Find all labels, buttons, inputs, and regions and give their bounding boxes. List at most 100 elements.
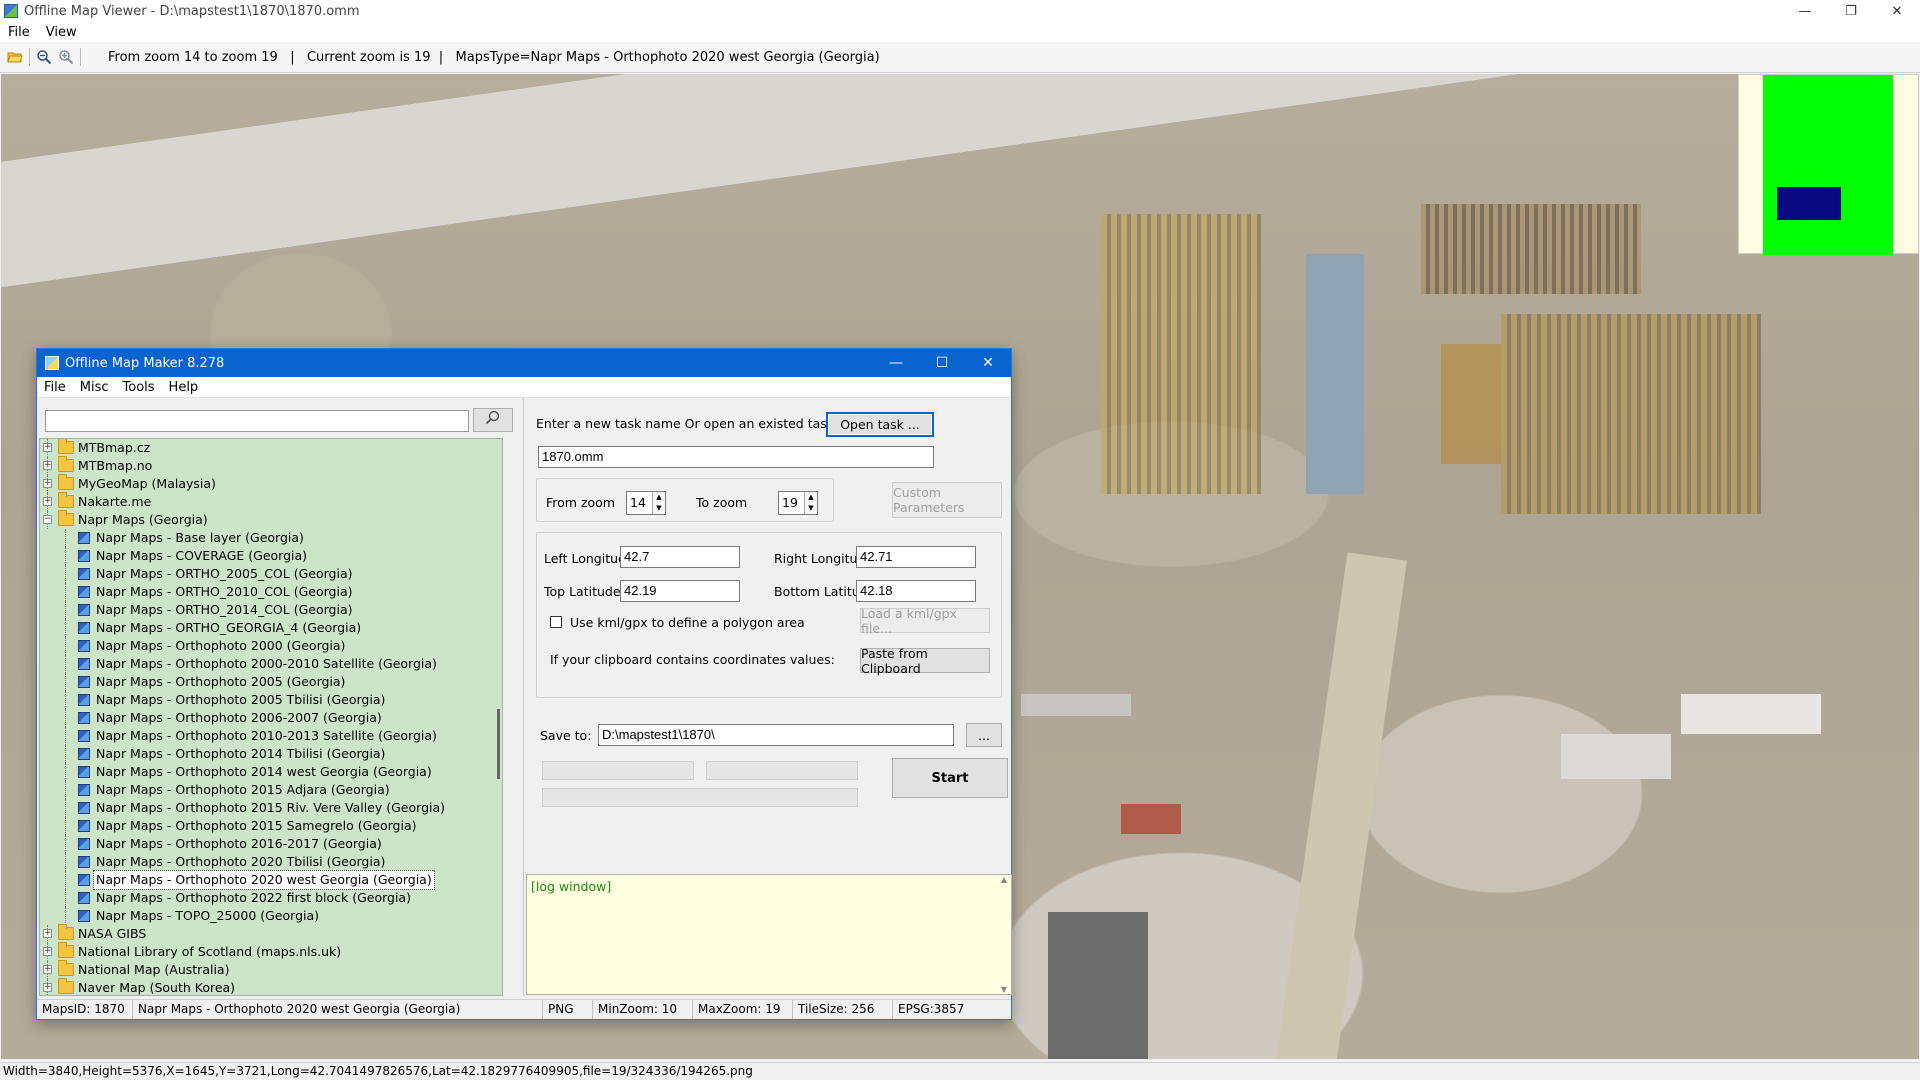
log-window[interactable]: [log window] ▲ ▼ [526,874,1012,995]
load-kml-button[interactable]: Load a kml/gpx file... [860,606,990,636]
tree-map-item[interactable]: Napr Maps - ORTHO_2014_COL (Georgia) [40,601,502,619]
scroll-down-icon[interactable]: ▼ [997,985,1011,994]
tree-folder-item[interactable]: + NASA GIBS [40,924,502,943]
tree-folder-item[interactable]: + MTBmap.cz [40,439,502,457]
tree-scroll-thumb[interactable] [497,709,500,779]
tree-map-item[interactable]: Napr Maps - Orthophoto 2014 Tbilisi (Geo… [40,745,502,763]
tree-map-item[interactable]: Napr Maps - COVERAGE (Georgia) [40,547,502,565]
zoom-in-icon[interactable] [55,46,77,68]
zoom-out-icon[interactable] [33,46,55,68]
tree-map-item[interactable]: Napr Maps - TOPO_25000 (Georgia) [40,907,502,925]
bottom-latitude-input[interactable]: 42.18 [856,580,976,602]
tree-folder-item[interactable]: + Nakarte.me [40,492,502,511]
tree-map-item[interactable]: Napr Maps - Orthophoto 2016-2017 (Georgi… [40,835,502,853]
tree-map-item[interactable]: Napr Maps - Orthophoto 2000 (Georgia) [40,637,502,655]
tree-map-item[interactable]: Napr Maps - Base layer (Georgia) [40,529,502,547]
dialog-menu-misc[interactable]: Misc [73,380,116,395]
dialog-menu-tools[interactable]: Tools [116,380,162,395]
dialog-menu-help[interactable]: Help [162,380,206,395]
tree-folder-item[interactable]: − Napr Maps (Georgia) [40,510,502,529]
scroll-up-icon[interactable]: ▲ [997,875,1011,884]
tree-map-item[interactable]: Napr Maps - Orthophoto 2005 Tbilisi (Geo… [40,691,502,709]
menu-file[interactable]: File [0,25,38,40]
close-button[interactable]: ✕ [1874,0,1920,22]
spinner-down-icon[interactable]: ▼ [805,503,817,514]
expand-icon[interactable]: + [43,947,52,956]
tree-item-label: Napr Maps - Orthophoto 2020 Tbilisi (Geo… [96,854,386,869]
tree-item-label: Napr Maps - Orthophoto 2020 west Georgia… [93,870,435,890]
task-name-input[interactable]: 1870.omm [538,446,934,468]
tree-map-item[interactable]: Napr Maps - Orthophoto 2000-2010 Satelli… [40,655,502,673]
to-zoom-spinner[interactable]: 19 ▲ ▼ [778,491,818,515]
right-longitude-input[interactable]: 42.71 [856,546,976,568]
tree-folder-item[interactable]: + National Map (Australia) [40,960,502,979]
spinner-up-icon[interactable]: ▲ [653,492,665,503]
tree-map-item[interactable]: Napr Maps - Orthophoto 2005 (Georgia) [40,673,502,691]
tree-scrollbar[interactable] [492,439,502,995]
open-task-button[interactable]: Open task ... [826,412,934,437]
dialog-menu-file[interactable]: File [37,380,73,395]
expand-icon[interactable]: + [43,479,52,488]
use-kml-checkbox[interactable] [550,616,562,628]
from-zoom-spinner[interactable]: 14 ▲ ▼ [626,491,666,515]
tree-map-item[interactable]: Napr Maps - Orthophoto 2015 Riv. Vere Va… [40,799,502,817]
tree-connector-line [65,727,66,745]
expand-icon[interactable]: + [43,443,52,452]
expand-icon[interactable]: + [43,965,52,974]
search-button[interactable] [473,408,513,432]
tree-connector-line [65,799,66,817]
map-search-input[interactable] [45,410,469,432]
dialog-close-button[interactable]: ✕ [965,349,1011,377]
tree-map-item[interactable]: Napr Maps - ORTHO_2010_COL (Georgia) [40,583,502,601]
tree-item-label: National Map (Australia) [78,962,230,977]
tree-folder-item[interactable]: + Naver Map (South Korea) [40,978,502,995]
expand-icon[interactable]: + [43,497,52,506]
to-zoom-value: 19 [782,495,798,510]
tree-folder-item[interactable]: + MyGeoMap (Malaysia) [40,474,502,493]
minimap[interactable] [1738,74,1919,255]
tree-map-item[interactable]: Napr Maps - ORTHO_2005_COL (Georgia) [40,565,502,583]
tree-map-item[interactable]: Napr Maps - Orthophoto 2010-2013 Satelli… [40,727,502,745]
minimap-viewport[interactable] [1777,187,1841,220]
tree-item-label: Napr Maps - Orthophoto 2022 first block … [96,890,411,905]
tree-map-item[interactable]: Napr Maps - Orthophoto 2020 Tbilisi (Geo… [40,853,502,871]
menu-view[interactable]: View [38,25,85,40]
collapse-icon[interactable]: − [43,515,52,524]
custom-parameters-button[interactable]: Custom Parameters [892,482,1002,518]
folder-icon [58,474,74,490]
top-latitude-input[interactable]: 42.19 [620,580,740,602]
map-building [1681,694,1821,734]
paste-from-clipboard-button[interactable]: Paste from Clipboard [860,646,990,676]
spinner-down-icon[interactable]: ▼ [653,503,665,514]
folder-open-icon[interactable] [4,46,26,68]
dialog-maximize-button[interactable]: ☐ [919,349,965,377]
tree-map-item[interactable]: Napr Maps - Orthophoto 2006-2007 (Georgi… [40,709,502,727]
log-scrollbar[interactable]: ▲ ▼ [997,875,1011,994]
tree-map-item[interactable]: Napr Maps - ORTHO_GEORGIA_4 (Georgia) [40,619,502,637]
tree-map-item[interactable]: Napr Maps - Orthophoto 2022 first block … [40,889,502,907]
left-longitude-input[interactable]: 42.7 [620,546,740,568]
map-building [1121,804,1181,834]
tree-folder-item[interactable]: + National Library of Scotland (maps.nls.… [40,942,502,961]
dialog-minimize-button[interactable]: — [873,349,919,377]
map-road [1275,552,1407,1059]
tree-map-item[interactable]: Napr Maps - Orthophoto 2015 Samegrelo (G… [40,817,502,835]
browse-button[interactable]: ... [966,723,1002,747]
folder-open-icon [58,510,74,526]
task-settings-pane: Enter a new task name Or open an existed… [523,398,1013,996]
save-path-input[interactable]: D:\mapstest1\1870\ [598,724,954,746]
spinner-up-icon[interactable]: ▲ [805,492,817,503]
start-button[interactable]: Start [892,758,1008,798]
tree-map-item[interactable]: Napr Maps - Orthophoto 2020 west Georgia… [40,870,502,890]
expand-icon[interactable]: + [43,461,52,470]
map-layer-icon [78,676,90,688]
expand-icon[interactable]: + [43,983,52,992]
restore-button[interactable]: ❐ [1828,0,1874,22]
tree-folder-item[interactable]: + MTBmap.no [40,456,502,475]
map-source-tree[interactable]: + MTBmap.cz + MTBmap.no + MyGeoMap (Malaysia)… [39,438,503,996]
tree-map-item[interactable]: Napr Maps - Orthophoto 2015 Adjara (Geor… [40,781,502,799]
tree-connector-line [65,583,66,601]
tree-map-item[interactable]: Napr Maps - Orthophoto 2014 west Georgia… [40,763,502,781]
minimize-button[interactable]: — [1782,0,1828,22]
expand-icon[interactable]: + [43,929,52,938]
